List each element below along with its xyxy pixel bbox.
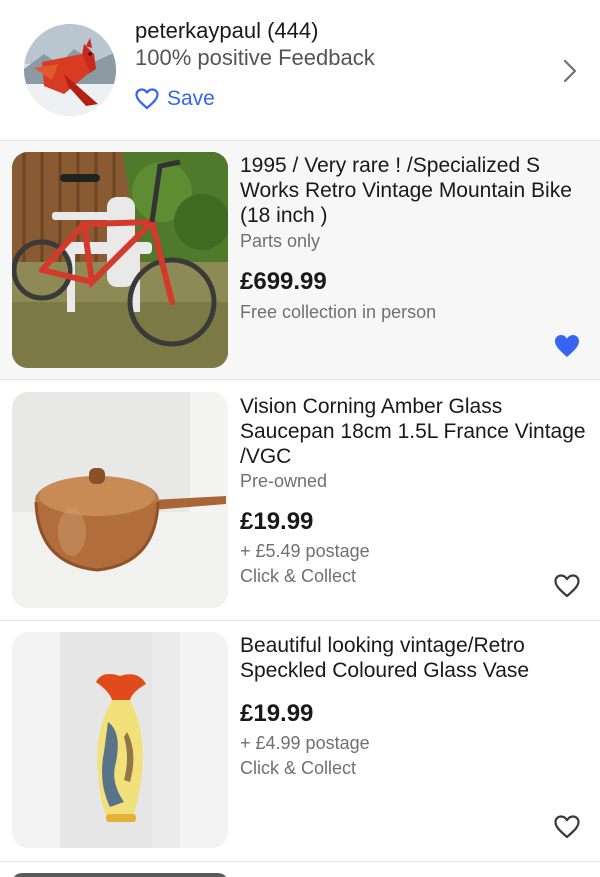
listing-price: £699.99	[240, 268, 327, 295]
listing-item[interactable]: Vision Corning Amber Glass Saucepan 18cm…	[0, 380, 600, 620]
listing-image[interactable]	[12, 632, 228, 848]
vase-image	[12, 632, 228, 848]
listing-postage: + £4.99 postage	[240, 733, 370, 753]
listing-postage: + £5.49 postage	[240, 541, 370, 561]
save-seller-button[interactable]: Save	[135, 85, 215, 113]
listing-price: £19.99	[240, 508, 314, 535]
heart-filled-icon[interactable]	[553, 333, 581, 359]
chevron-right-icon[interactable]	[560, 59, 580, 83]
saucepan-image	[12, 392, 228, 608]
listing-price: £19.99	[240, 700, 314, 727]
listing-pickup: Click & Collect	[240, 566, 357, 586]
seller-avatar[interactable]	[24, 24, 116, 116]
listing-title[interactable]: Vision Corning Amber Glass Saucepan 18cm…	[240, 394, 592, 469]
listing-title[interactable]: Beautiful looking vintage/Retro Speckled…	[240, 633, 592, 683]
cardinal-bird-image	[24, 24, 116, 116]
listing-item[interactable]: Beautiful looking vintage/Retro Speckled…	[0, 621, 600, 861]
seller-header[interactable]: peterkaypaul (444) 100% positive Feedbac…	[0, 0, 600, 140]
heart-outline-icon[interactable]	[553, 573, 581, 599]
listing-condition: Parts only	[240, 231, 321, 251]
listing-image[interactable]	[12, 392, 228, 608]
listing-image[interactable]	[12, 152, 228, 368]
seller-name[interactable]: peterkaypaul (444)	[135, 18, 318, 44]
listing-condition: Pre-owned	[240, 471, 328, 491]
bike-image	[12, 152, 228, 368]
listing-image[interactable]	[12, 873, 228, 877]
listing-title[interactable]: 1995 / Very rare ! /Specialized S Works …	[240, 153, 592, 228]
save-label: Save	[167, 87, 215, 110]
heart-outline-icon[interactable]	[553, 814, 581, 840]
listing-delivery: Free collection in person	[240, 302, 437, 322]
listing-pickup: Click & Collect	[240, 758, 357, 778]
listing-item[interactable]	[0, 862, 600, 877]
heart-outline-icon	[135, 88, 159, 110]
seller-feedback: 100% positive Feedback	[135, 45, 375, 70]
listing-item[interactable]: 1995 / Very rare ! /Specialized S Works …	[0, 141, 600, 379]
